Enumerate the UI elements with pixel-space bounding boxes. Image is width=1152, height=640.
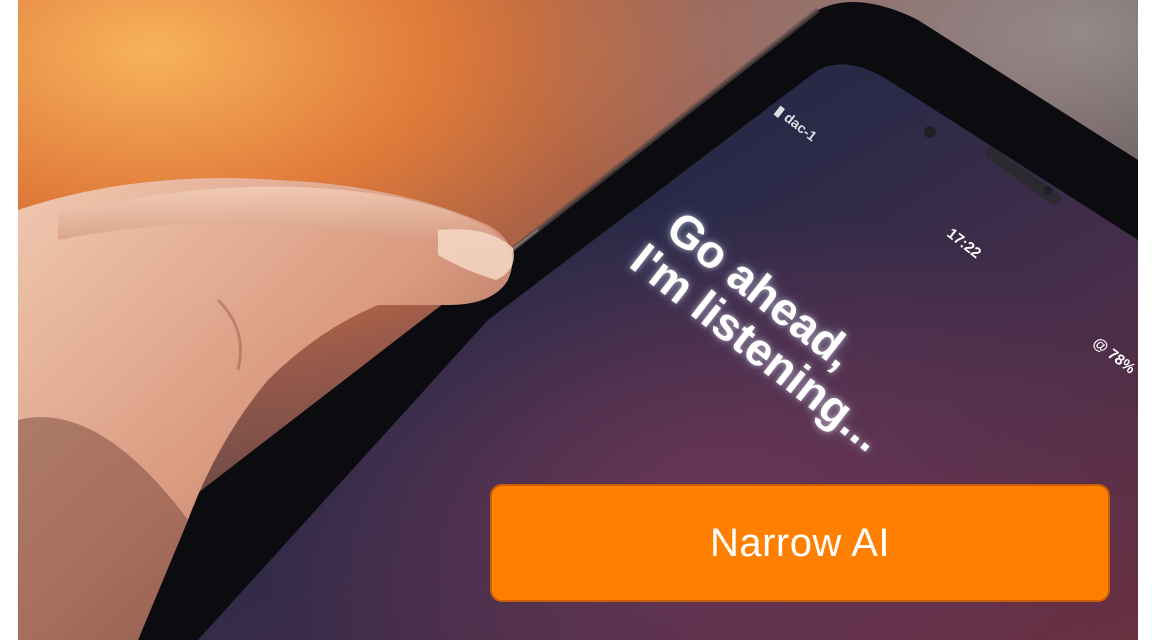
slide-frame: ▮ dac-1 17:22 Go ahead, I'm listening...… xyxy=(0,0,1152,640)
caption-label: Narrow AI xyxy=(709,520,891,565)
caption-box: Narrow AI xyxy=(490,484,1110,602)
